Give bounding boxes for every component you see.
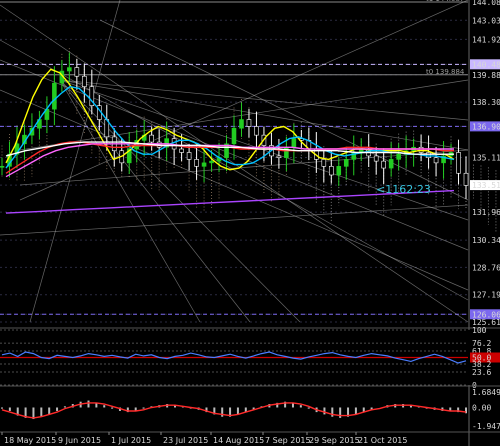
trendline — [59, 79, 301, 323]
candle-body — [388, 159, 394, 169]
axis-tick-label: 136.906 — [472, 122, 500, 131]
axis-tick-label: 131.960 — [472, 208, 500, 217]
trendline — [0, 4, 469, 323]
candle-body — [343, 159, 349, 167]
axis-tick-label: 144.087 — [472, 0, 500, 7]
candle-body — [396, 153, 401, 160]
candle-body — [433, 157, 439, 164]
date-tick-label: 18 May 2015 — [4, 436, 56, 445]
candle-body — [284, 146, 289, 158]
date-tick-label: 7 Sep 2015 — [265, 436, 311, 445]
candle-body — [67, 67, 72, 72]
candle-body — [321, 159, 327, 167]
level-label: t0 139.884 — [426, 68, 465, 76]
date-tick-label: 1 Jul 2015 — [111, 436, 151, 445]
oscillator-tick-label: 23.6 — [472, 368, 491, 377]
trendline — [59, 79, 201, 323]
candle-body — [418, 146, 424, 153]
candle-body — [209, 160, 214, 164]
date-axis: 18 May 2015 9 Jun 2015 1 Jul 2015 23 Jul 20… — [0, 431, 500, 445]
candle-body — [52, 82, 57, 110]
candle-body — [328, 166, 334, 176]
candle-body — [82, 75, 87, 87]
axis-tick-label: 140.488 — [472, 60, 500, 69]
trendline-fan — [0, 0, 469, 323]
candle-body — [456, 152, 461, 174]
date-tick-label: 29 Sep 2015 — [309, 436, 360, 445]
candle-body — [463, 172, 469, 186]
axis-tick-label: 130.340 — [472, 236, 500, 245]
grid-lines — [0, 1, 468, 323]
signal-line — [1, 402, 467, 419]
trendline — [0, 39, 469, 301]
candle-body — [186, 152, 192, 160]
histogram-panel: 1.6849 0.00 -1.9473 — [0, 385, 500, 431]
candle-body — [254, 126, 259, 136]
candle-body — [373, 155, 379, 162]
axis-tick-label: 133.518 — [472, 181, 500, 190]
oscillator-panel: 10076.261.850.038.223.60 — [0, 326, 500, 390]
trendline — [59, 79, 469, 121]
overlay-labels: <1162:23 — [376, 183, 431, 196]
date-tick-label: 23 Jul 2015 — [163, 436, 208, 445]
candle-body — [231, 127, 237, 145]
chart-window: 144.087 143.030 141.925 140.488 139.884 138.3… — [0, 0, 500, 446]
axis-tick-label: 139.884 — [472, 71, 500, 80]
series-line — [5, 85, 455, 169]
histogram-tick-label: -1.9473 — [472, 422, 500, 431]
axis-tick-label: 135.110 — [472, 153, 500, 162]
candle-body — [194, 159, 199, 167]
candle-body — [426, 152, 431, 158]
axis-tick-label: 127.190 — [472, 291, 500, 300]
candle-body — [239, 119, 244, 129]
candle-body — [0, 166, 5, 168]
candle-body — [336, 166, 342, 176]
date-tick-label: 14 Aug 2015 — [213, 436, 264, 445]
oscillator-tick-label: 100 — [472, 326, 487, 335]
candle-body — [381, 160, 386, 169]
chart-canvas[interactable]: 144.087 143.030 141.925 140.488 139.884 138.3… — [0, 0, 500, 446]
bar-countdown: <1162:23 — [376, 183, 431, 196]
histogram-tick-label: 0.00 — [472, 403, 491, 412]
candle-body — [291, 138, 297, 148]
axis-tick-label: 141.925 — [472, 35, 500, 44]
histogram-tick-label: 1.6849 — [472, 388, 500, 397]
candle-body — [179, 148, 184, 153]
candle-body — [201, 162, 207, 167]
date-tick-label: 21 Oct 2015 — [358, 436, 407, 445]
level-label: t1 144.087 — [426, 0, 464, 3]
date-tick-label: 9 Jun 2015 — [58, 436, 101, 445]
candle-body — [246, 119, 252, 127]
candle-body — [74, 67, 80, 77]
candle-body — [149, 134, 154, 143]
axis-tick-label: 138.305 — [472, 98, 500, 107]
axis-tick-label: 143.030 — [472, 16, 500, 25]
axis-tick-label: 128.765 — [472, 263, 500, 272]
candle-body — [276, 155, 282, 158]
